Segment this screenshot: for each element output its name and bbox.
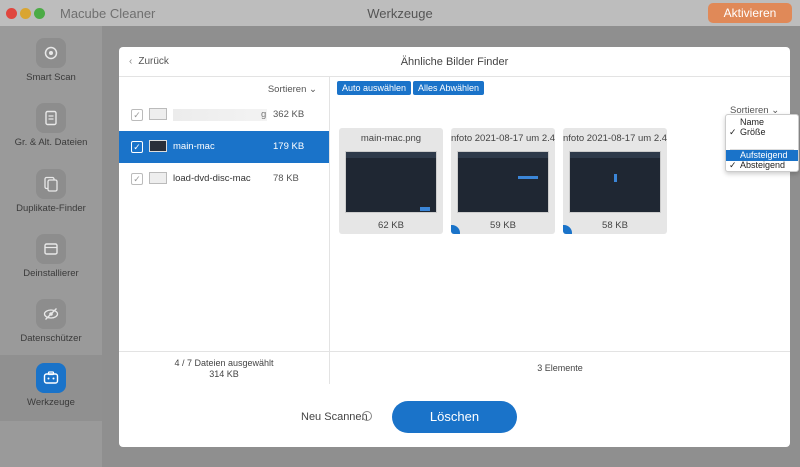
chevron-left-icon: ‹ [129,56,133,67]
image-card[interactable]: nfoto 2021-08-17 um 2.44.5: 58 KB [563,128,667,234]
sidebar-item-toolkit[interactable]: Werkzeuge [0,355,102,421]
sidebar-item-uninstaller[interactable]: Deinstallierer [0,230,102,296]
file-row[interactable]: ✓ main-mac 179 KB [119,131,329,163]
sort-menu: Name ✓ Größe Aufsteigend ✓ Absteigend [725,114,799,172]
sidebar-item-label: Gr. & Alt. Dateien [14,137,88,148]
image-card[interactable]: main-mac.png 62 KB [339,128,443,234]
refresh-icon[interactable] [362,411,372,421]
sidebar-item-large-old-files[interactable]: Gr. & Alt. Dateien [0,99,102,165]
privacy-icon [36,299,66,329]
file-size: 179 KB [273,141,305,152]
sort-label: Sortieren [267,84,307,95]
large-old-files-icon [36,103,66,133]
deselect-all-button[interactable]: Alles Abwählen [413,81,485,95]
sidebar-item-privacy[interactable]: Datenschützer [0,295,102,361]
app-name: Macube Cleaner [60,6,156,21]
sidebar-item-label: Deinstallierer [23,268,79,279]
image-title: main-mac.png [360,133,422,144]
dialog-header: ‹ Zurück Ähnliche Bilder Finder [119,47,790,77]
similar-images-dialog: ‹ Zurück Ähnliche Bilder Finder Sortieren… [119,47,790,447]
image-size: 62 KB [378,220,404,231]
sidebar-item-label: Duplikate-Finder [16,203,86,214]
file-list-pane: Sortieren ⌄ ✓ g 362 KB ✓ main-mac 179 KB… [119,77,330,384]
checkmark-icon: ✓ [729,160,737,170]
file-checkbox[interactable]: ✓ [131,173,143,185]
sort-option-label: Aufsteigend [740,150,788,160]
image-card[interactable]: nfoto 2021-08-17 um 2.46.1: 59 KB [451,128,555,234]
sort-files-dropdown[interactable]: Sortieren ⌄ [268,84,317,95]
minimize-window-button[interactable] [20,8,31,19]
image-preview [345,151,437,213]
image-preview [569,151,661,213]
checkmark-icon: ✓ [729,127,737,137]
sidebar-item-label: Smart Scan [26,72,76,83]
sort-option-size[interactable]: ✓ Größe [726,127,798,138]
file-checkbox[interactable]: ✓ [131,109,143,121]
selection-summary: 4 / 7 Dateien ausgewählt 314 KB [119,351,329,384]
file-thumbnail [149,172,167,184]
sidebar-item-duplicate-finder[interactable]: Duplikate-Finder [0,165,102,231]
file-name: main-mac [173,141,215,152]
chevron-down-icon: ⌄ [309,84,317,95]
image-size: 58 KB [602,220,628,231]
sort-option-label: Name [740,117,765,127]
sidebar-item-label: Datenschützer [20,333,82,344]
selected-size: 314 KB [209,369,239,379]
file-checkbox[interactable]: ✓ [131,141,143,153]
similar-images-pane: Auto auswählen Alles Abwählen Sortieren … [330,77,790,384]
auto-select-button[interactable]: Auto auswählen [337,81,412,95]
sidebar: Smart Scan Gr. & Alt. Dateien Duplikate-… [0,26,102,467]
zoom-window-button[interactable] [34,8,45,19]
image-title: nfoto 2021-08-17 um 2.46.1: [451,133,555,144]
file-row[interactable]: ✓ g 362 KB [119,99,329,131]
title-bar: Macube Cleaner Werkzeuge Aktivieren [0,0,800,26]
delete-button[interactable]: Löschen [392,401,517,433]
image-title: nfoto 2021-08-17 um 2.44.5: [563,133,667,144]
rescan-button[interactable]: Neu Scannen [301,411,368,423]
close-window-button[interactable] [6,8,17,19]
smart-scan-icon [36,38,66,68]
image-preview [457,151,549,213]
sort-option-descending[interactable]: ✓ Absteigend [726,160,798,171]
image-size: 59 KB [490,220,516,231]
file-size: 78 KB [273,173,299,184]
sidebar-item-smart-scan[interactable]: Smart Scan [0,34,102,100]
toolkit-icon [36,363,66,393]
file-name-tail: g [261,109,267,120]
file-row[interactable]: ✓ load-dvd-disc-mac 78 KB [119,163,329,195]
sort-option-label: Größe [740,127,766,137]
uninstaller-icon [36,234,66,264]
selected-count: 4 / 7 Dateien ausgewählt [174,358,274,368]
activate-button[interactable]: Aktivieren [708,3,792,23]
file-thumbnail [149,140,167,152]
file-name [173,109,267,121]
back-label: Zurück [138,56,169,67]
duplicate-finder-icon [36,169,66,199]
file-name: load-dvd-disc-mac [173,173,251,184]
file-size: 362 KB [273,109,305,120]
dialog-title: Ähnliche Bilder Finder [400,56,509,68]
sidebar-item-label: Werkzeuge [27,397,75,408]
item-count: 3 Elemente [330,351,790,384]
sort-option-label: Absteigend [740,160,786,170]
file-thumbnail [149,108,167,120]
back-button[interactable]: ‹ Zurück [129,56,169,67]
